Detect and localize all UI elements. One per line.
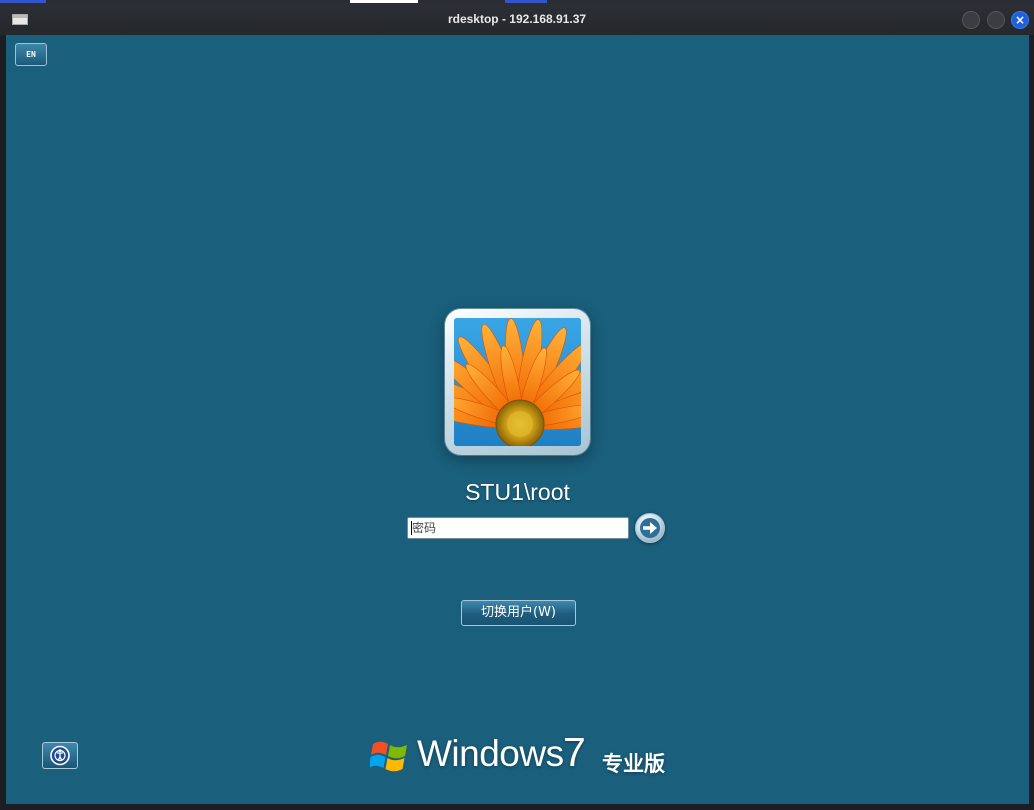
- taskbar-indicator: [505, 0, 547, 3]
- window-title: rdesktop - 192.168.91.37: [447, 12, 587, 26]
- ease-of-access-button[interactable]: [42, 742, 78, 769]
- windows-wordmark: Windows: [417, 733, 564, 774]
- text-caret: [411, 521, 412, 535]
- user-name-label: STU1\root: [465, 479, 570, 505]
- flower-picture: [454, 318, 581, 446]
- taskbar-indicator: [350, 0, 418, 3]
- language-indicator-button[interactable]: EN: [15, 43, 47, 66]
- windows-edition: 专业版: [602, 752, 665, 776]
- window-bottom-border: [0, 804, 1034, 810]
- windows-branding: Windows 7 专业版: [370, 729, 690, 783]
- switch-user-button[interactable]: 切换用户(W): [461, 600, 576, 626]
- user-avatar: [454, 318, 581, 446]
- password-field[interactable]: [407, 517, 629, 539]
- window-titlebar: rdesktop - 192.168.91.37 ×: [0, 4, 1034, 35]
- arrow-right-icon: [640, 518, 660, 538]
- user-avatar-frame: [445, 309, 590, 455]
- remote-desktop-area: EN STU1\root 切换用户(W) Windows 7 专业版: [6, 35, 1029, 804]
- submit-login-button[interactable]: [635, 513, 665, 543]
- close-icon: ×: [1014, 13, 1026, 27]
- close-button[interactable]: ×: [1011, 11, 1029, 29]
- windows-version: 7: [563, 729, 586, 775]
- windows-flag-icon: [370, 741, 407, 772]
- minimize-button[interactable]: [962, 11, 980, 29]
- ease-of-access-icon: [50, 745, 70, 766]
- taskbar-indicator: [0, 0, 46, 3]
- maximize-button[interactable]: [987, 11, 1005, 29]
